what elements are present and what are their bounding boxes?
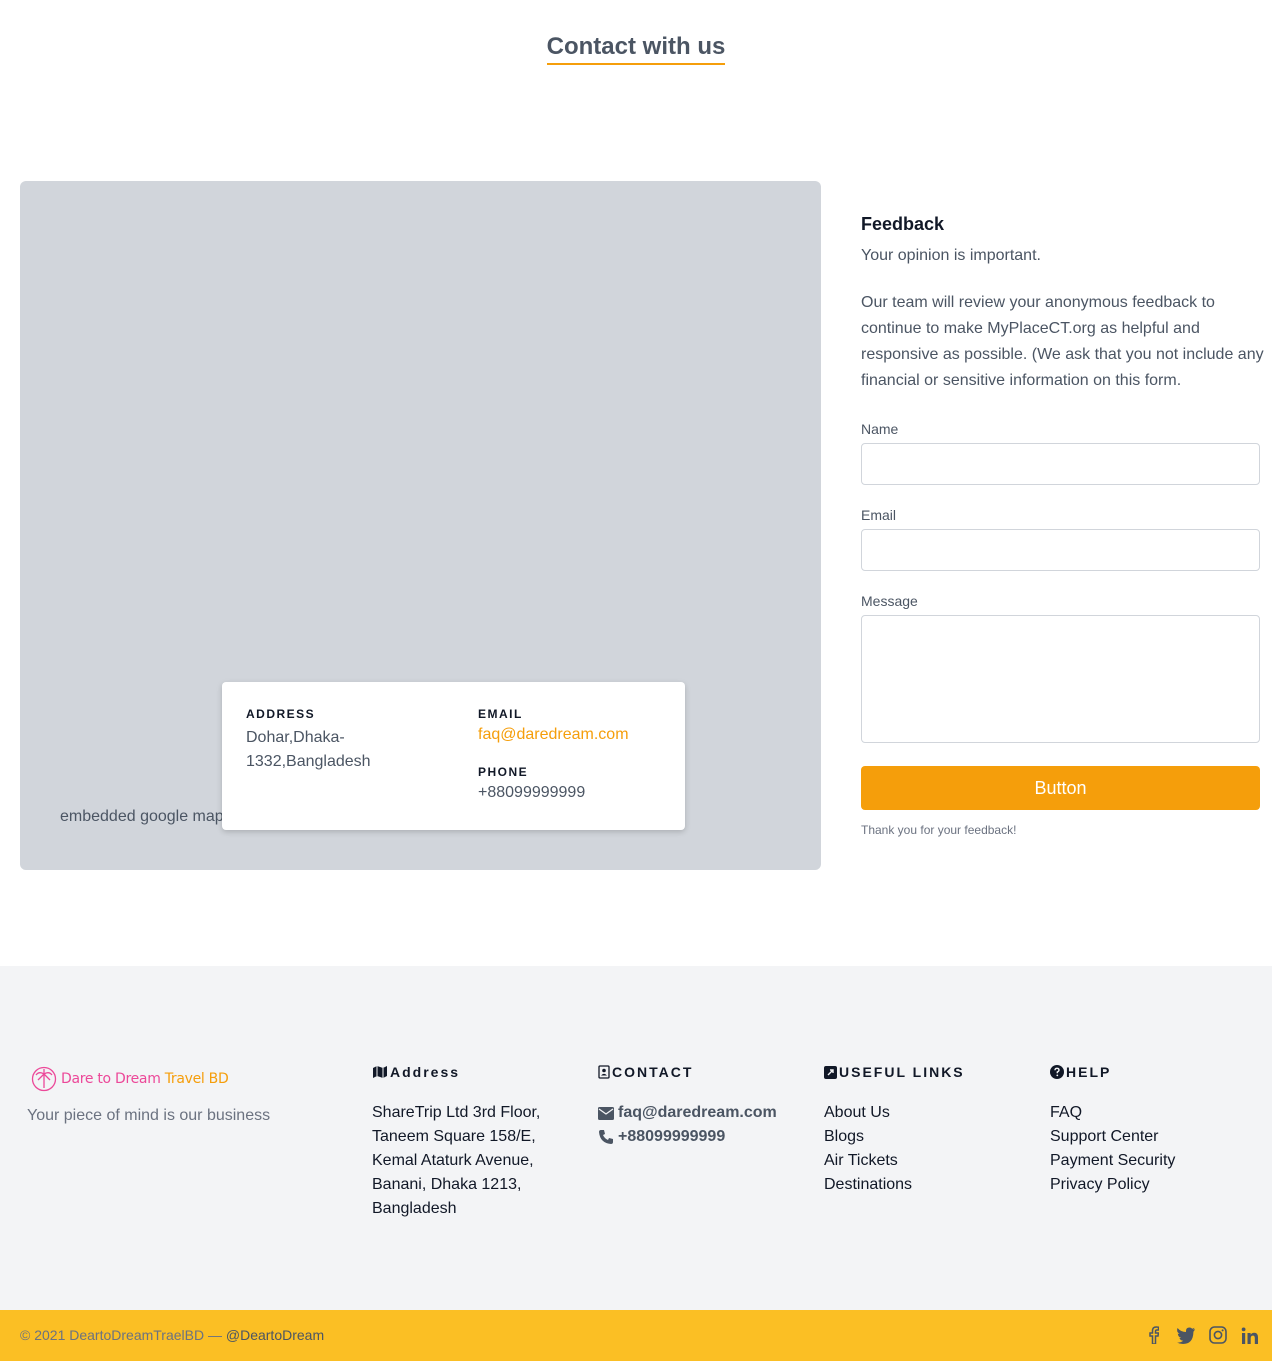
address-book-icon bbox=[598, 1065, 610, 1079]
address-heading: Address bbox=[372, 1063, 572, 1081]
link-item[interactable]: Blogs bbox=[824, 1125, 965, 1149]
footer-links-column: USEFUL LINKS About Us Blogs Air Tickets … bbox=[824, 1063, 965, 1197]
link-item[interactable]: Support Center bbox=[1050, 1125, 1175, 1149]
about-us-link[interactable]: About Us bbox=[824, 1104, 890, 1121]
question-circle-icon bbox=[1050, 1065, 1064, 1079]
name-label: Name bbox=[861, 421, 899, 437]
address-label: ADDRESS bbox=[246, 707, 316, 721]
faq-link[interactable]: FAQ bbox=[1050, 1104, 1082, 1121]
map-icon bbox=[373, 1066, 387, 1078]
phone-icon bbox=[599, 1130, 613, 1144]
air-tickets-link[interactable]: Air Tickets bbox=[824, 1152, 898, 1169]
title-wrap: Contact with us bbox=[0, 33, 1272, 65]
link-item[interactable]: Privacy Policy bbox=[1050, 1173, 1175, 1197]
submit-button[interactable]: Button bbox=[861, 766, 1260, 810]
help-list: FAQ Support Center Payment Security Priv… bbox=[1050, 1101, 1175, 1197]
address-heading-text: Address bbox=[390, 1064, 461, 1080]
facebook-icon[interactable] bbox=[1144, 1325, 1164, 1345]
help-heading-text: HELP bbox=[1066, 1064, 1112, 1080]
linkedin-icon[interactable] bbox=[1240, 1325, 1260, 1345]
footer-phone[interactable]: +88099999999 bbox=[598, 1125, 777, 1149]
external-link-icon bbox=[824, 1065, 837, 1079]
address-value: Dohar,Dhaka-1332,Bangladesh bbox=[246, 729, 371, 770]
privacy-policy-link[interactable]: Privacy Policy bbox=[1050, 1176, 1150, 1193]
footer-address-column: Address ShareTrip Ltd 3rd Floor, Taneem … bbox=[372, 1063, 572, 1221]
email-input[interactable] bbox=[861, 529, 1260, 571]
footer-tagline: Your piece of mind is our business bbox=[27, 1107, 271, 1124]
link-item[interactable]: FAQ bbox=[1050, 1101, 1175, 1125]
feedback-title: Feedback bbox=[861, 214, 945, 234]
footer: Dare to Dream Travel BD Your piece of mi… bbox=[0, 966, 1272, 1310]
copyright-text: © 2021 DeartoDreamTraelBD — bbox=[20, 1327, 222, 1343]
useful-links-heading: USEFUL LINKS bbox=[824, 1063, 965, 1081]
email-label-form: Email bbox=[861, 507, 897, 523]
footer-contact-column: CONTACT faq@daredream.com +88099999999 bbox=[598, 1063, 777, 1149]
blogs-link[interactable]: Blogs bbox=[824, 1128, 864, 1145]
message-label: Message bbox=[861, 593, 918, 609]
help-heading: HELP bbox=[1050, 1063, 1175, 1081]
email-link[interactable]: faq@daredream.com bbox=[478, 723, 629, 747]
instagram-icon[interactable] bbox=[1208, 1325, 1228, 1345]
support-center-link[interactable]: Support Center bbox=[1050, 1128, 1159, 1145]
envelope-icon bbox=[598, 1106, 614, 1120]
map-placeholder-text: embedded google map bbox=[60, 808, 224, 825]
name-input[interactable] bbox=[861, 443, 1260, 485]
bottom-bar: © 2021 DeartoDreamTraelBD — @DeartoDream bbox=[0, 1310, 1272, 1361]
twitter-handle-link[interactable]: @DeartoDream bbox=[226, 1327, 324, 1343]
footer-address-text: ShareTrip Ltd 3rd Floor, Taneem Square 1… bbox=[372, 1104, 541, 1217]
logo-text: Dare to Dream Travel BD bbox=[61, 1071, 229, 1087]
email-label: EMAIL bbox=[478, 707, 523, 721]
contact-heading-text: CONTACT bbox=[612, 1064, 694, 1080]
footer-email-text: faq@daredream.com bbox=[618, 1104, 777, 1121]
palm-tree-icon bbox=[31, 1066, 57, 1092]
payment-security-link[interactable]: Payment Security bbox=[1050, 1152, 1175, 1169]
feedback-thanks: Thank you for your feedback! bbox=[861, 823, 1017, 837]
footer-help-column: HELP FAQ Support Center Payment Security… bbox=[1050, 1063, 1175, 1197]
contact-page: Contact with us embedded google map ADDR… bbox=[0, 0, 1272, 1361]
contact-heading: CONTACT bbox=[598, 1063, 777, 1081]
contact-info-card: ADDRESS Dohar,Dhaka-1332,Bangladesh EMAI… bbox=[222, 682, 685, 830]
destinations-link[interactable]: Destinations bbox=[824, 1176, 912, 1193]
twitter-icon[interactable] bbox=[1176, 1325, 1196, 1345]
useful-links-list: About Us Blogs Air Tickets Destinations bbox=[824, 1101, 965, 1197]
logo-text-part-2: Travel BD bbox=[164, 1071, 229, 1087]
footer-phone-text: +88099999999 bbox=[618, 1128, 726, 1145]
phone-label: PHONE bbox=[478, 765, 529, 779]
embedded-map[interactable]: embedded google map ADDRESS Dohar,Dhaka-… bbox=[20, 181, 821, 870]
footer-email[interactable]: faq@daredream.com bbox=[598, 1101, 777, 1125]
feedback-body: Our team will review your anonymous feed… bbox=[861, 294, 1264, 389]
brand-logo[interactable]: Dare to Dream Travel BD bbox=[31, 1065, 229, 1093]
link-item[interactable]: Payment Security bbox=[1050, 1149, 1175, 1173]
link-item[interactable]: Destinations bbox=[824, 1173, 965, 1197]
page-title: Contact with us bbox=[546, 33, 726, 65]
social-links bbox=[1144, 1325, 1260, 1345]
useful-links-heading-text: USEFUL LINKS bbox=[839, 1064, 965, 1080]
message-textarea[interactable] bbox=[861, 615, 1260, 743]
logo-text-part-1: Dare to Dream bbox=[61, 1071, 161, 1087]
link-item[interactable]: Air Tickets bbox=[824, 1149, 965, 1173]
copyright: © 2021 DeartoDreamTraelBD — @DeartoDream bbox=[20, 1327, 324, 1343]
link-item[interactable]: About Us bbox=[824, 1101, 965, 1125]
phone-value: +88099999999 bbox=[478, 784, 586, 801]
feedback-subtitle: Your opinion is important. bbox=[861, 247, 1041, 264]
